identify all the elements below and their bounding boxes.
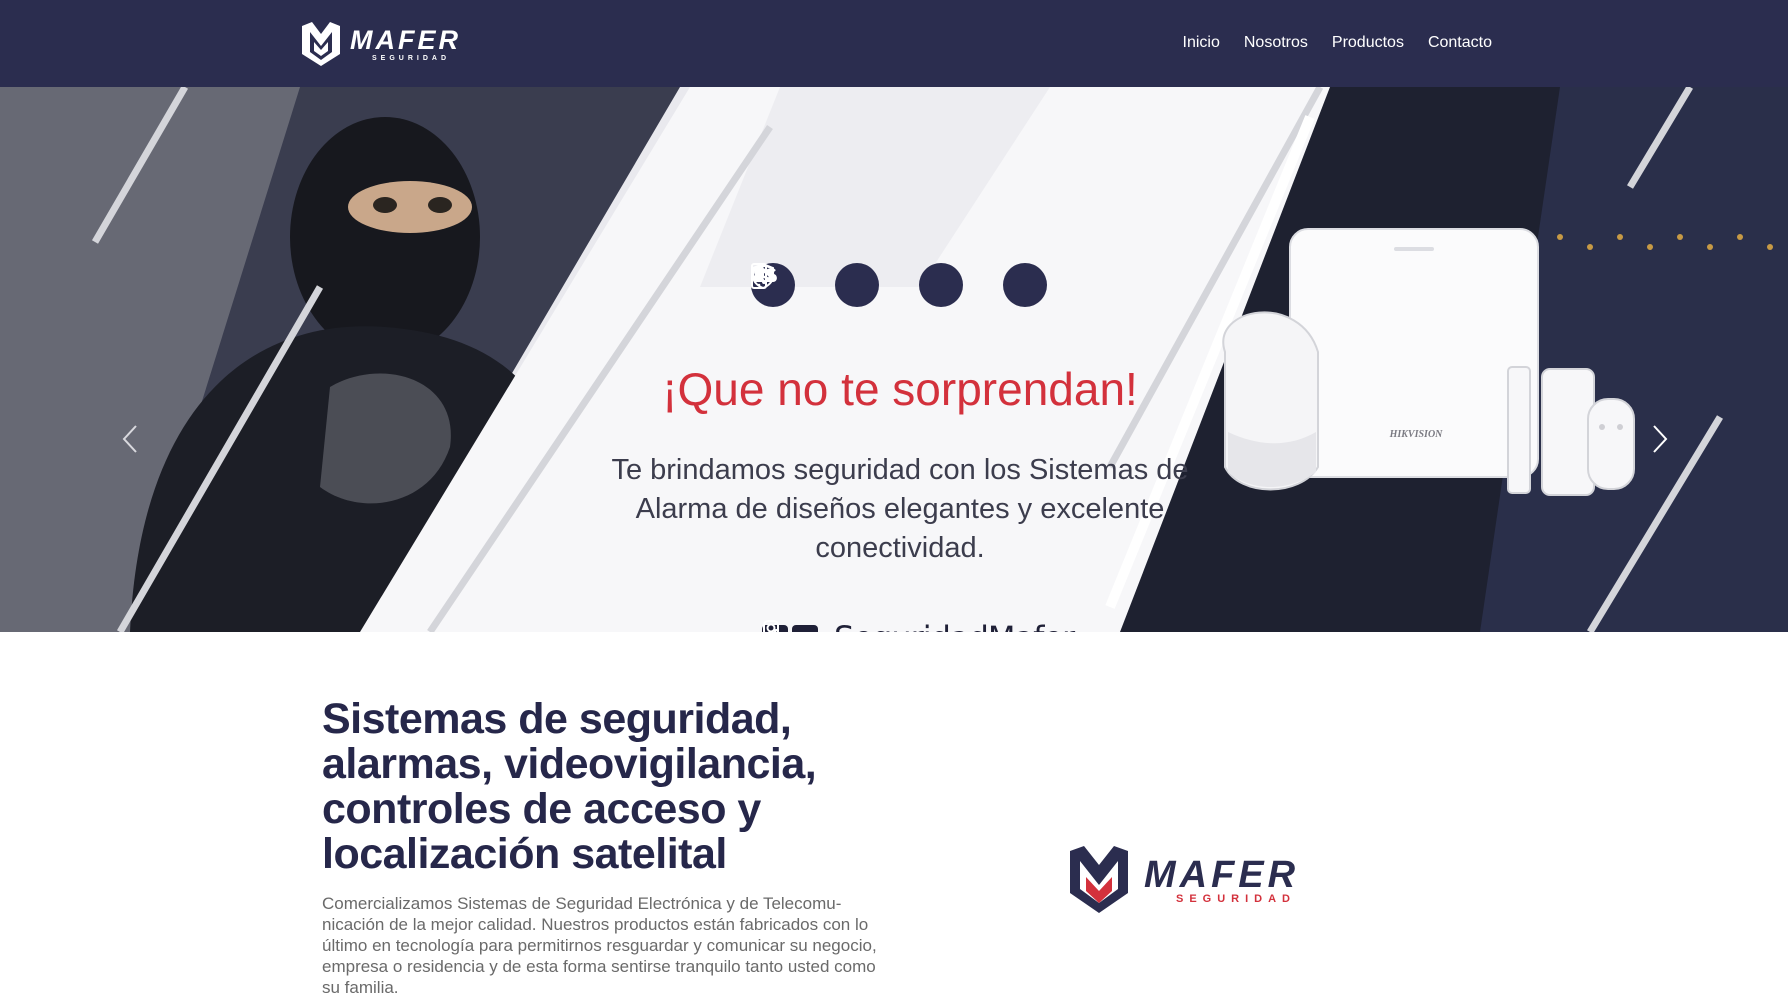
nav-link-contacto[interactable]: Contacto xyxy=(1428,31,1492,55)
smartphone-icon xyxy=(751,263,1047,307)
section-description: Comercializamos Sistemas de Seguridad El… xyxy=(322,894,877,997)
feature-icons xyxy=(751,263,1087,307)
device-brand-label: HIKVISION xyxy=(1389,429,1444,440)
section-title: Sistemas de seguridad, alarmas, videovig… xyxy=(322,695,817,878)
chevron-left-icon xyxy=(122,425,137,453)
mafer-logo: MAFER SEGURIDAD xyxy=(1068,845,1338,915)
nav-link-nosotros[interactable]: Nosotros xyxy=(1244,31,1308,55)
slider-prev-arrow[interactable] xyxy=(122,424,152,474)
brand-tagline: SEGURIDAD xyxy=(372,55,451,62)
hero-lead: Te brindamos seguridad con los Sistemas … xyxy=(611,454,1189,564)
navbar: MAFER SEGURIDAD Inicio Nosotros Producto… xyxy=(0,0,1788,87)
main-nav: Inicio Nosotros Productos Contacto xyxy=(1159,31,1492,55)
logo-name: MAFER xyxy=(1144,854,1300,896)
instagram-icon xyxy=(763,620,818,632)
nav-link-inicio[interactable]: Inicio xyxy=(1183,31,1220,55)
social-handle[interactable]: f SeguridadMafer xyxy=(762,619,1075,632)
mafer-shield-icon xyxy=(1070,846,1128,913)
logo-tagline: SEGURIDAD xyxy=(1176,893,1297,905)
chevron-right-icon xyxy=(1653,425,1668,453)
brand-logo[interactable]: MAFER SEGURIDAD xyxy=(300,18,475,68)
brand-name: MAFER xyxy=(350,25,461,55)
cloud-download-icon xyxy=(753,263,879,307)
hero-slider: HIKVISION ¡Que no te sorprendan! Te brin… xyxy=(0,87,1788,632)
wifi-icon xyxy=(752,263,963,307)
social-handle-text: SeguridadMafer xyxy=(834,619,1075,632)
mafer-shield-icon xyxy=(302,22,340,66)
slider-next-arrow[interactable] xyxy=(1652,424,1682,474)
hero-headline: ¡Que no te sorprendan! xyxy=(662,363,1138,415)
nav-link-productos[interactable]: Productos xyxy=(1332,31,1404,55)
